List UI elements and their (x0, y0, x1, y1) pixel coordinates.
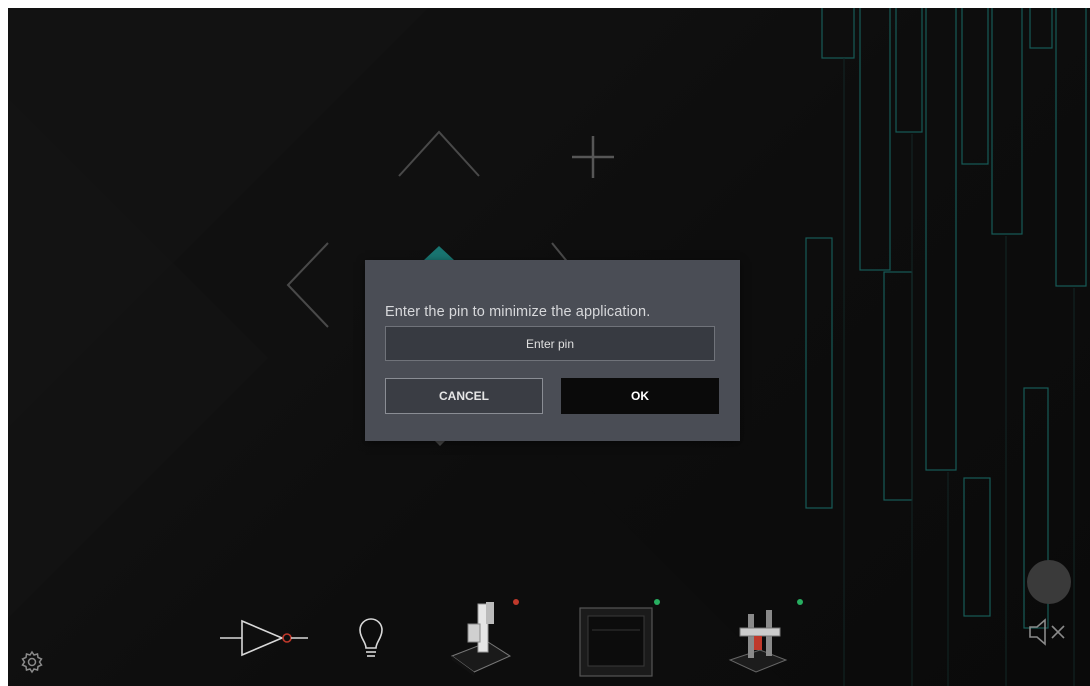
ok-button[interactable]: OK (561, 378, 719, 414)
cnc-machine-icon[interactable] (726, 606, 792, 678)
status-dot-red (513, 599, 519, 605)
laser-engraver-icon[interactable] (448, 596, 514, 680)
gear-icon[interactable] (20, 650, 44, 674)
status-dot-green (654, 599, 660, 605)
record-button[interactable] (1027, 560, 1071, 604)
status-dot-green (797, 599, 803, 605)
3d-printer-icon[interactable] (578, 606, 654, 678)
not-gate-icon[interactable] (220, 618, 308, 658)
cancel-button[interactable]: CANCEL (385, 378, 543, 414)
app-screen: Enter the pin to minimize the applicatio… (8, 8, 1090, 686)
speaker-muted-icon[interactable] (1028, 618, 1070, 646)
pin-dialog: Enter the pin to minimize the applicatio… (365, 260, 740, 441)
pin-input[interactable] (385, 326, 715, 361)
dialog-message: Enter the pin to minimize the applicatio… (385, 304, 651, 320)
lightbulb-icon[interactable] (358, 618, 384, 662)
